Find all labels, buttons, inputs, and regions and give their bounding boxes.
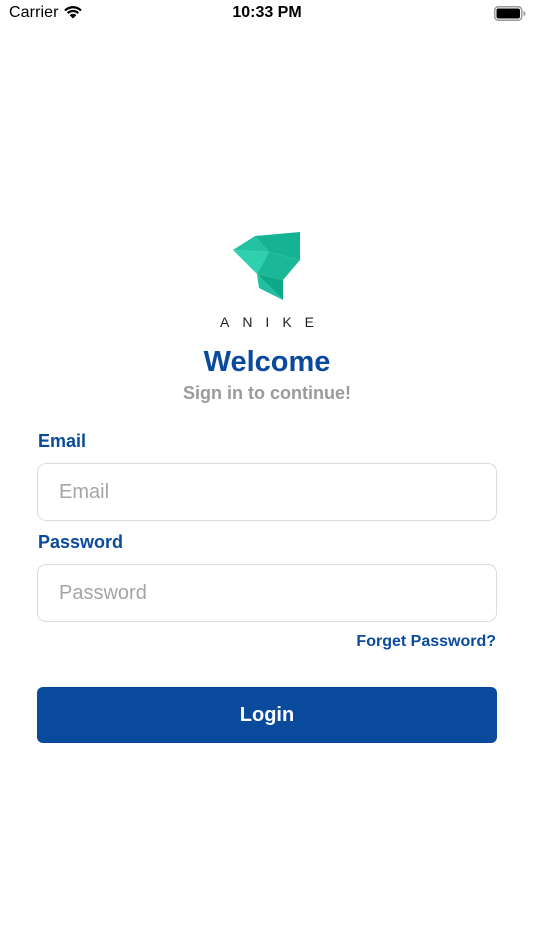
forgot-password-link[interactable]: Forget Password?	[356, 633, 496, 651]
email-field[interactable]	[37, 463, 497, 521]
status-bar: Carrier 10:33 PM	[0, 0, 534, 30]
status-time: 10:33 PM	[232, 4, 302, 21]
password-field[interactable]	[37, 564, 497, 622]
login-button[interactable]: Login	[37, 687, 497, 743]
email-label: Email	[38, 431, 87, 451]
brand-name: ANIKE	[219, 314, 327, 330]
page-title: Welcome	[203, 346, 331, 378]
page-subtitle: Sign in to continue!	[183, 383, 351, 403]
anike-logo-icon	[233, 232, 300, 300]
battery-full-icon	[494, 6, 526, 21]
password-label: Password	[38, 532, 124, 552]
